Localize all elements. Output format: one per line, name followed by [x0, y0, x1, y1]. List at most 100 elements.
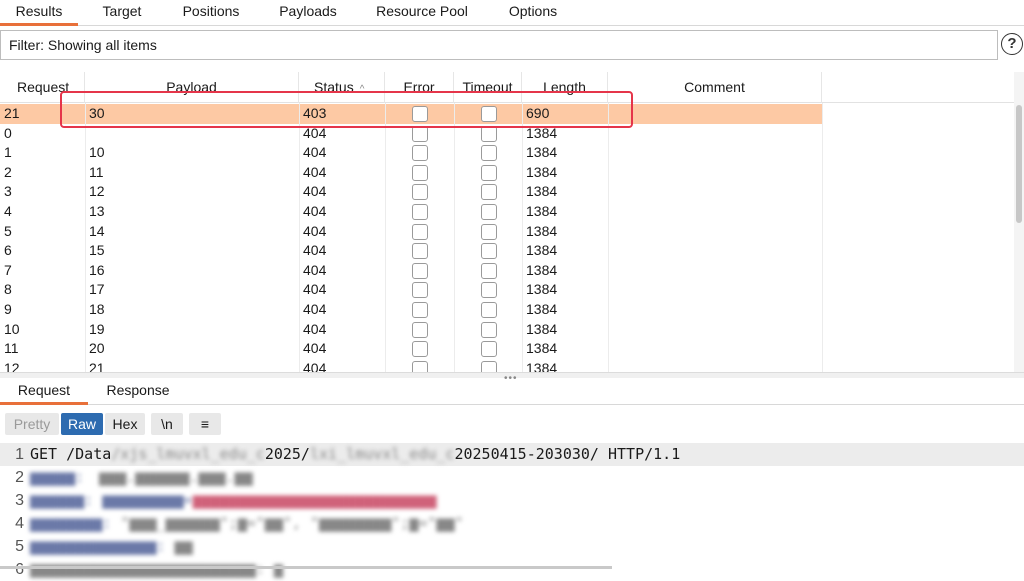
editor-horizontal-scrollbar[interactable]: [0, 566, 612, 569]
cell-payload: 12: [89, 183, 105, 200]
tab-payloads[interactable]: Payloads: [264, 0, 352, 26]
timeout-checkbox[interactable]: [481, 302, 497, 318]
table-row[interactable]: 12 21 404 1384: [0, 359, 1013, 372]
tab-options[interactable]: Options: [492, 0, 574, 26]
tab-response[interactable]: Response: [94, 378, 182, 405]
cell-status: 404: [303, 359, 327, 372]
redacted-text: lxi_lmuvxl_edu_c: [309, 445, 455, 463]
timeout-checkbox[interactable]: [481, 223, 497, 240]
error-checkbox[interactable]: [412, 243, 428, 260]
cell-request: 3: [4, 183, 12, 200]
cell-length: 1384: [526, 301, 558, 317]
menu-icon[interactable]: ≡: [189, 413, 221, 435]
tab-positions[interactable]: Positions: [166, 0, 256, 26]
table-row[interactable]: 2 11 404 1384: [0, 163, 1013, 183]
error-checkbox[interactable]: [412, 341, 428, 358]
editor-line: 1 GET /Data/xjs_lmuvxl_edu_c2025/lxi_lmu…: [0, 443, 1024, 466]
timeout-checkbox[interactable]: [481, 145, 497, 162]
error-checkbox[interactable]: [412, 145, 428, 162]
cell-status: 404: [303, 163, 327, 180]
help-icon[interactable]: ?: [1001, 33, 1023, 55]
editor-toolbar: Pretty Raw Hex \n ≡: [0, 409, 1024, 439]
tab-request[interactable]: Request: [0, 378, 88, 405]
timeout-checkbox[interactable]: [481, 204, 497, 220]
error-checkbox[interactable]: [412, 282, 428, 299]
line-number: 3: [15, 492, 24, 509]
raw-button[interactable]: Raw: [61, 413, 103, 435]
cell-length: 1384: [526, 340, 558, 357]
table-row[interactable]: 1 10 404 1384: [0, 143, 1013, 163]
error-checkbox[interactable]: [412, 164, 428, 181]
cell-status: 404: [303, 340, 327, 357]
cell-status: 404: [303, 281, 327, 298]
cell-request: 0: [4, 124, 12, 141]
error-checkbox[interactable]: [412, 204, 428, 220]
cell-request: 6: [4, 242, 12, 259]
editor-line: 2 ▆▆▆▆▆: ▆▆▆.▆▆▆▆▆▆.▆▆▆.▆▆: [0, 466, 1024, 489]
line-number: 5: [15, 538, 24, 555]
cell-payload: 16: [89, 261, 105, 278]
cell-length: 1384: [526, 183, 558, 200]
table-row[interactable]: 4 13 404 1384: [0, 202, 1013, 222]
timeout-checkbox[interactable]: [481, 282, 497, 299]
error-checkbox[interactable]: [412, 223, 428, 240]
timeout-checkbox[interactable]: [481, 360, 497, 372]
cell-payload: 17: [89, 281, 105, 298]
table-row[interactable]: 3 12 404 1384: [0, 182, 1013, 202]
line-number: 1: [15, 446, 24, 463]
timeout-checkbox[interactable]: [481, 341, 497, 358]
annotation-highlight-box: [60, 91, 633, 128]
request-line: GET /Data/xjs_lmuvxl_edu_c2025/lxi_lmuvx…: [30, 443, 680, 466]
cell-payload: 15: [89, 242, 105, 259]
filter-bar[interactable]: Filter: Showing all items: [0, 30, 998, 60]
cell-status: 404: [303, 301, 327, 317]
table-row[interactable]: 5 14 404 1384: [0, 222, 1013, 242]
error-checkbox[interactable]: [412, 262, 428, 279]
cell-status: 404: [303, 183, 327, 200]
table-row[interactable]: 9 18 404 1384: [0, 300, 1013, 320]
cell-request: 9: [4, 301, 12, 317]
cell-payload: 14: [89, 222, 105, 239]
cell-payload: 21: [89, 359, 105, 372]
cell-payload: 11: [89, 163, 104, 180]
error-checkbox[interactable]: [412, 321, 428, 338]
cell-status: 404: [303, 222, 327, 239]
redacted-header-line: ▆▆▆▆▆: ▆▆▆.▆▆▆▆▆▆.▆▆▆.▆▆: [30, 468, 253, 486]
top-tab-bar: Results Target Positions Payloads Resour…: [0, 0, 1024, 26]
request-editor[interactable]: 1 GET /Data/xjs_lmuvxl_edu_c2025/lxi_lmu…: [0, 441, 1024, 578]
filter-label: Filter: Showing all items: [9, 37, 157, 53]
tab-results[interactable]: Results: [0, 0, 78, 26]
cell-status: 404: [303, 261, 327, 278]
line-number: 2: [15, 469, 24, 486]
tab-resource-pool[interactable]: Resource Pool: [362, 0, 482, 26]
timeout-checkbox[interactable]: [481, 321, 497, 338]
error-checkbox[interactable]: [412, 360, 428, 372]
timeout-checkbox[interactable]: [481, 164, 497, 181]
cell-request: 7: [4, 261, 12, 278]
table-row[interactable]: 11 20 404 1384: [0, 339, 1013, 359]
cell-request: 11: [4, 340, 19, 357]
newline-toggle-button[interactable]: \n: [151, 413, 183, 435]
table-scrollbar-thumb[interactable]: [1016, 105, 1022, 223]
cell-payload: 13: [89, 203, 105, 219]
cell-length: 1384: [526, 222, 558, 239]
tab-target[interactable]: Target: [84, 0, 160, 26]
table-row[interactable]: 7 16 404 1384: [0, 261, 1013, 281]
table-row[interactable]: 6 15 404 1384: [0, 241, 1013, 261]
line-number: 4: [15, 515, 24, 532]
timeout-checkbox[interactable]: [481, 184, 497, 201]
column-comment[interactable]: Comment: [608, 72, 822, 103]
table-row[interactable]: 10 19 404 1384: [0, 320, 1013, 340]
editor-line: 3 ▆▆▆▆▆▆: ▆▆▆▆▆▆▆▆▆=▆▆▆▆▆▆▆▆▆▆▆▆▆▆▆▆▆▆▆▆…: [0, 489, 1024, 512]
redacted-text: /xjs_lmuvxl_edu_c: [111, 445, 265, 463]
timeout-checkbox[interactable]: [481, 262, 497, 279]
error-checkbox[interactable]: [412, 184, 428, 201]
error-checkbox[interactable]: [412, 302, 428, 318]
cell-request: 4: [4, 203, 12, 219]
pretty-button[interactable]: Pretty: [5, 413, 59, 435]
cell-length: 1384: [526, 242, 558, 259]
hex-button[interactable]: Hex: [105, 413, 145, 435]
table-row[interactable]: 8 17 404 1384: [0, 280, 1013, 300]
cell-payload: 19: [89, 320, 105, 337]
timeout-checkbox[interactable]: [481, 243, 497, 260]
